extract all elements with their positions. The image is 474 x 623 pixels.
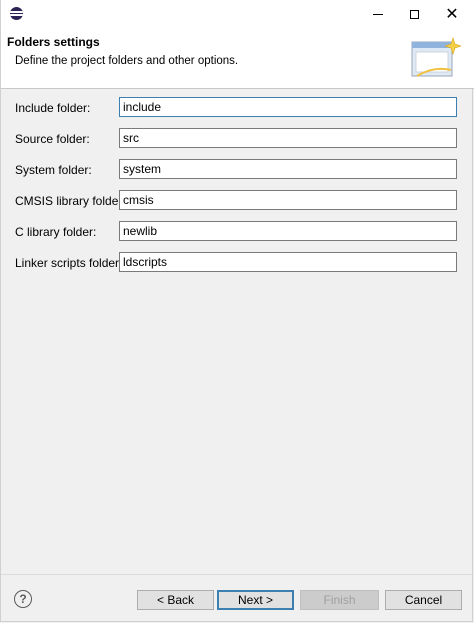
title-bar: ✕ — [1, 0, 474, 28]
footer-divider — [1, 574, 474, 575]
page-title: Folders settings — [7, 35, 100, 49]
minimize-icon — [373, 13, 383, 15]
maximize-icon — [409, 9, 419, 19]
c-library-folder-row: C library folder: — [1, 221, 474, 243]
source-folder-label: Source folder: — [15, 132, 90, 146]
system-folder-field[interactable] — [119, 159, 457, 179]
finish-button[interactable]: Finish — [300, 590, 379, 610]
c-library-folder-label: C library folder: — [15, 225, 97, 239]
cmsis-folder-row: CMSIS library folder: — [1, 190, 474, 212]
wizard-window: ✕ Folders settings Define the project fo… — [0, 0, 474, 622]
close-button[interactable]: ✕ — [429, 0, 474, 28]
cmsis-folder-field[interactable] — [119, 190, 457, 210]
include-folder-label: Include folder: — [15, 101, 91, 115]
system-folder-row: System folder: — [1, 159, 474, 181]
page-description: Define the project folders and other opt… — [15, 55, 239, 67]
system-folder-label: System folder: — [15, 163, 92, 177]
wizard-banner-icon — [411, 37, 461, 77]
cmsis-folder-label: CMSIS library folder: — [15, 194, 126, 208]
eclipse-icon — [10, 7, 23, 20]
help-icon[interactable]: ? — [14, 590, 32, 608]
back-button[interactable]: < Back — [137, 590, 214, 610]
linker-scripts-folder-label: Linker scripts folder: — [15, 256, 123, 270]
wizard-header: Folders settings Define the project fold… — [1, 28, 474, 89]
source-folder-row: Source folder: — [1, 128, 474, 150]
linker-scripts-folder-field[interactable] — [119, 252, 457, 272]
close-icon: ✕ — [445, 4, 459, 23]
source-folder-field[interactable] — [119, 128, 457, 148]
cancel-button[interactable]: Cancel — [385, 590, 462, 610]
linker-scripts-folder-row: Linker scripts folder: — [1, 252, 474, 274]
include-folder-field[interactable] — [119, 97, 457, 117]
include-folder-row: Include folder: — [1, 97, 474, 119]
c-library-folder-field[interactable] — [119, 221, 457, 241]
next-button[interactable]: Next > — [217, 590, 294, 610]
